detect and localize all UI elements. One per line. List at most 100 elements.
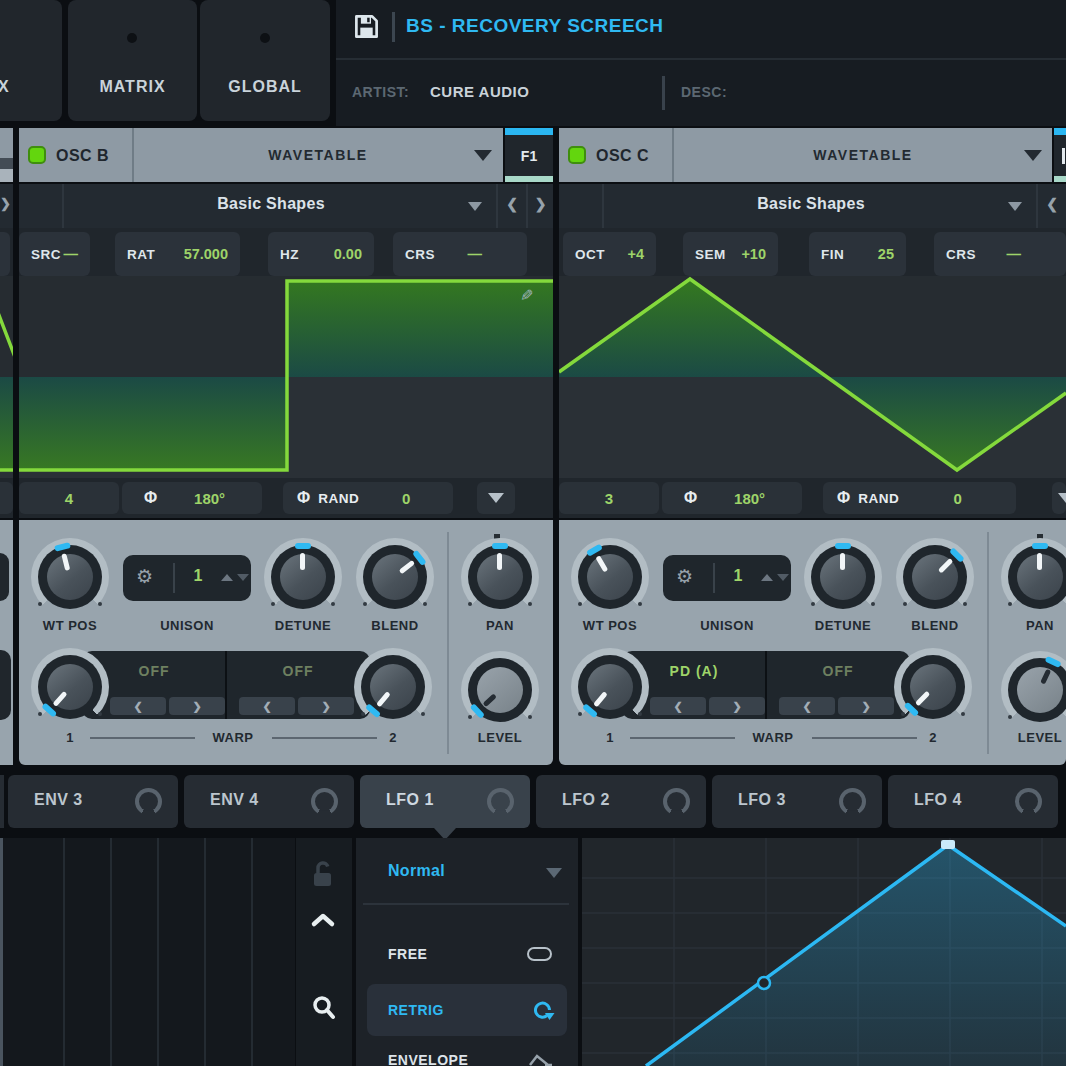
lock-icon[interactable] xyxy=(311,860,337,888)
osc-b-level-knob[interactable] xyxy=(468,658,532,722)
osc-b-warp2-prev[interactable]: ❮ xyxy=(239,697,295,715)
osc-b-power-led[interactable] xyxy=(28,146,46,164)
osc-c-pan-label: PAN xyxy=(1026,618,1054,633)
osc-c-warp2-mode[interactable]: OFF xyxy=(766,663,910,679)
osc-b-detune-knob[interactable] xyxy=(271,545,335,609)
osc-b-unison-voices[interactable]: 1 xyxy=(185,567,211,585)
osc-b-edit-pencil-icon[interactable]: ✎ xyxy=(520,286,533,305)
osc-b-wavetable-name[interactable]: Basic Shapes xyxy=(62,195,480,213)
osc-c-waveform[interactable] xyxy=(559,276,1066,478)
osc-c-wave-dropdown[interactable] xyxy=(1052,482,1066,514)
osc-b-warp2-mode[interactable]: OFF xyxy=(226,663,370,679)
osc-b-param-hz[interactable]: HZ0.00 xyxy=(268,232,374,276)
osc-c-title: OSC C xyxy=(596,147,649,165)
osc-c-warp-box: PD (A) OFF ❮ ❯ ❮ ❯ xyxy=(622,651,910,719)
keyboard-panel xyxy=(0,838,295,1066)
unison-spinner[interactable] xyxy=(761,567,789,585)
osc-b-warp2-next[interactable]: ❯ xyxy=(298,697,354,715)
osc-c-unison-voices[interactable]: 1 xyxy=(725,567,751,585)
osc-b-warp2-knob[interactable] xyxy=(361,655,425,719)
save-icon[interactable] xyxy=(353,13,380,40)
tab-lfo1[interactable]: LFO 1 xyxy=(360,775,530,828)
gear-icon[interactable]: ⚙ xyxy=(676,565,693,588)
osc-c-blend-knob[interactable] xyxy=(903,545,967,609)
osc-c-rand-box[interactable]: Φ RAND 0 xyxy=(823,482,1016,514)
osc-b-next-wavetable[interactable]: ❯ xyxy=(528,196,553,212)
search-icon[interactable] xyxy=(310,994,337,1021)
osc-c-param-oct[interactable]: OCT+4 xyxy=(563,232,656,276)
envelope-icon xyxy=(528,1054,554,1066)
osc-c-param-fin[interactable]: FIN25 xyxy=(809,232,906,276)
osc-c-power-led[interactable] xyxy=(568,146,586,164)
osc-b-warp1-next[interactable]: ❯ xyxy=(169,697,225,715)
osc-c-fx-box[interactable] xyxy=(1054,128,1066,182)
tab-env4[interactable]: ENV 4 xyxy=(184,775,354,828)
osc-c-warp1-knob[interactable] xyxy=(578,655,642,719)
osc-b-fx-box[interactable]: F1 xyxy=(505,128,553,182)
osc-b-param-src[interactable]: SRC— xyxy=(19,232,90,276)
osc-b-warp1-prev[interactable]: ❮ xyxy=(110,697,166,715)
tab-global[interactable]: GLOBAL xyxy=(200,0,330,121)
osc-c-wtpos-knob[interactable] xyxy=(578,545,642,609)
tab-global-label: GLOBAL xyxy=(200,78,330,96)
osc-b-wtpos-label: WT POS xyxy=(43,618,97,633)
osc-b-waveform[interactable] xyxy=(19,276,553,478)
osc-b-wtpos-knob[interactable] xyxy=(38,545,102,609)
osc-b-param-rat[interactable]: RAT57.000 xyxy=(115,232,240,276)
osc-c-frame-box[interactable]: 3 xyxy=(559,482,659,514)
osc-c-warp1-prev[interactable]: ❮ xyxy=(650,697,706,715)
tab-matrix[interactable]: MATRIX xyxy=(68,0,197,121)
osc-b-mode-dropdown[interactable]: WAVETABLE xyxy=(134,147,502,163)
artist-value[interactable]: CURE AUDIO xyxy=(430,83,529,100)
tab-lfo2[interactable]: LFO 2 xyxy=(536,775,706,828)
tab-lfo3[interactable]: LFO 3 xyxy=(712,775,882,828)
osc-c-level-knob[interactable] xyxy=(1008,658,1066,722)
osc-b-rand-box[interactable]: Φ RAND 0 xyxy=(283,482,453,514)
osc-c-pan-knob[interactable] xyxy=(1008,545,1066,609)
osc-c-warp2-knob[interactable] xyxy=(901,655,965,719)
osc-c-warp2-next[interactable]: ❯ xyxy=(838,697,894,715)
osc-b-warp1-knob[interactable] xyxy=(38,655,102,719)
tab-lfo4[interactable]: LFO 4 xyxy=(888,775,1058,828)
unison-spinner[interactable] xyxy=(221,567,249,585)
gear-icon[interactable]: ⚙ xyxy=(136,565,153,588)
osc-c-warp1-next[interactable]: ❯ xyxy=(709,697,765,715)
tab-matrix-label: MATRIX xyxy=(68,78,197,96)
preset-header: BS - RECOVERY SCREECH ARTIST: CURE AUDIO… xyxy=(336,0,1066,126)
osc-c-wavetable-name[interactable]: Basic Shapes xyxy=(602,195,1020,213)
osc-c-prev-wavetable[interactable]: ❮ xyxy=(1038,196,1066,212)
lfo-retrig-item[interactable]: RETRIG xyxy=(388,1002,444,1018)
osc-c-phase-box[interactable]: Φ 180° xyxy=(662,482,802,514)
osc-c-param-crs[interactable]: CRS— xyxy=(934,232,1066,276)
osc-b-wavetable-caret[interactable] xyxy=(468,202,482,211)
osc-c-wavetable-caret[interactable] xyxy=(1008,202,1022,211)
osc-b-header: OSC B WAVETABLE xyxy=(19,128,503,182)
phase-rand-icon: Φ xyxy=(837,489,850,507)
osc-c-detune-knob[interactable] xyxy=(811,545,875,609)
osc-b-wave-dropdown[interactable] xyxy=(477,482,515,514)
osc-b-frame-box[interactable]: 4 xyxy=(19,482,119,514)
lfo-editor-grid[interactable] xyxy=(582,838,1066,1066)
matrix-dot xyxy=(127,33,137,43)
phase-icon: Φ xyxy=(684,489,697,507)
osc-b-pan-knob[interactable] xyxy=(468,545,532,609)
lfo-mode-caret[interactable] xyxy=(546,868,562,878)
osc-b-phase-box[interactable]: Φ 180° xyxy=(122,482,262,514)
osc-c-param-sem[interactable]: SEM+10 xyxy=(683,232,778,276)
osc-b-prev-wavetable[interactable]: ❮ xyxy=(498,196,526,212)
retrig-icon xyxy=(530,1000,556,1022)
chevron-up-icon[interactable] xyxy=(310,912,336,928)
osc-c-unison-box[interactable]: ⚙ 1 xyxy=(663,555,791,601)
osc-b-unison-box[interactable]: ⚙ 1 xyxy=(123,555,251,601)
tab-fx[interactable]: X xyxy=(0,0,62,121)
lfo-free-item[interactable]: FREE xyxy=(388,946,427,962)
tab-env3[interactable]: ENV 3 xyxy=(8,775,178,828)
osc-b-param-crs[interactable]: CRS— xyxy=(393,232,527,276)
osc-c-mode-dropdown[interactable]: WAVETABLE xyxy=(674,147,1052,163)
osc-b-blend-knob[interactable] xyxy=(363,545,427,609)
lfo-envelope-item[interactable]: ENVELOPE xyxy=(388,1052,468,1066)
free-toggle-icon[interactable] xyxy=(527,947,552,961)
lfo-mode-dropdown[interactable]: Normal xyxy=(388,862,445,880)
osc-c-warp2-prev[interactable]: ❮ xyxy=(779,697,835,715)
preset-title[interactable]: BS - RECOVERY SCREECH xyxy=(406,15,664,37)
